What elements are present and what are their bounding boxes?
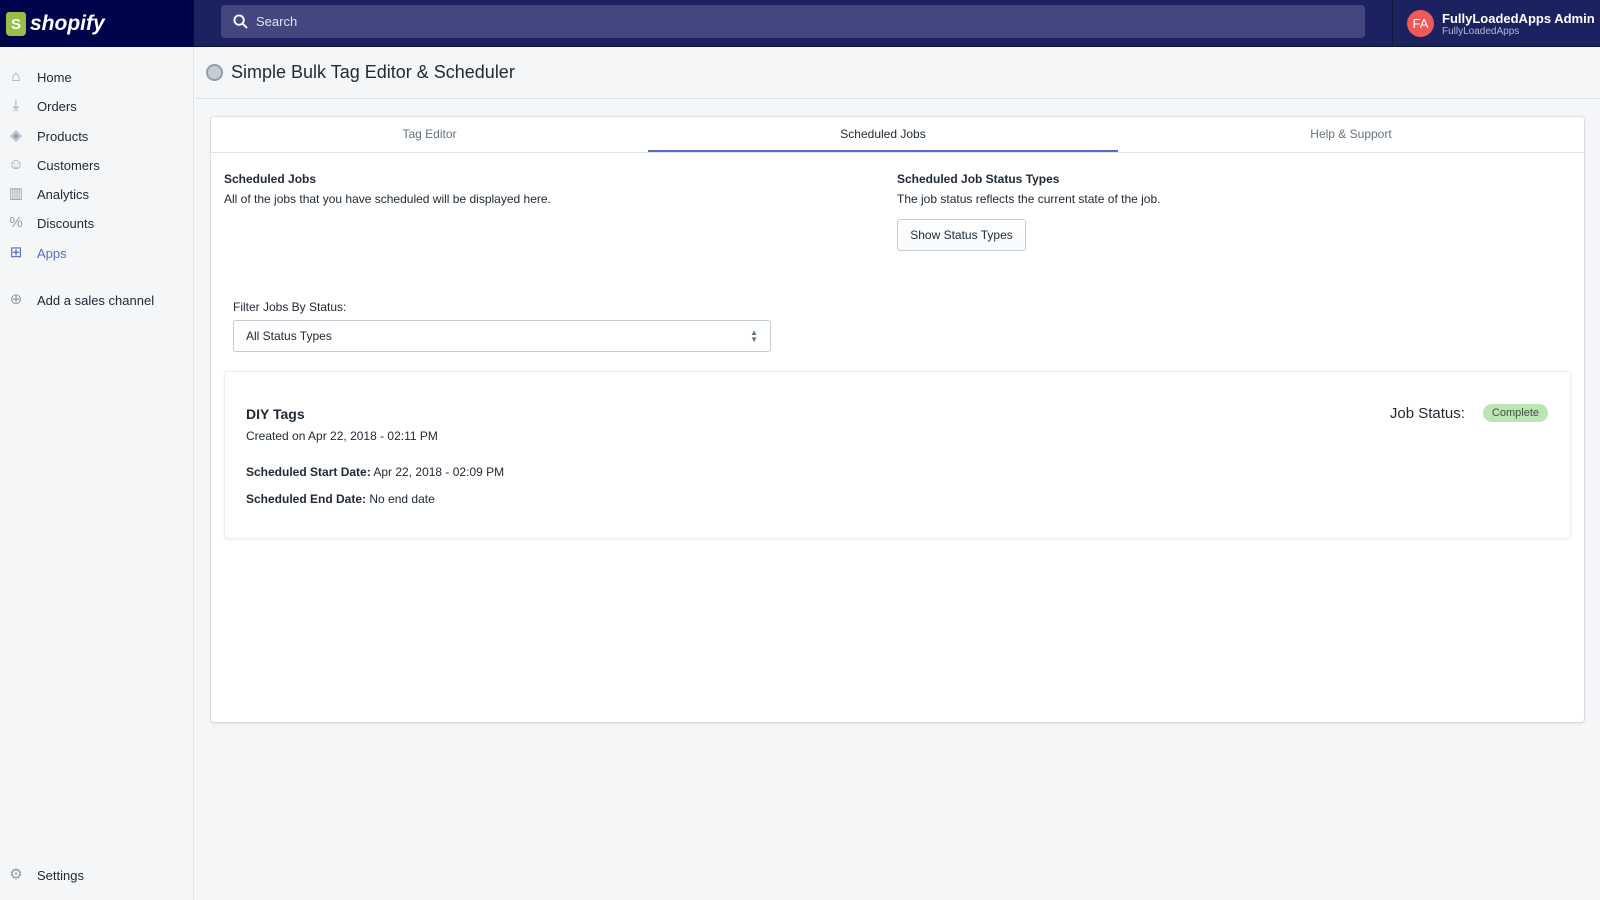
tag-icon: ◈	[10, 127, 22, 144]
nav-label: Orders	[37, 98, 77, 114]
app-tag-icon	[206, 64, 223, 81]
section-desc: The job status reflects the current stat…	[897, 192, 1161, 206]
tab-bar: Tag Editor Scheduled Jobs Help & Support	[211, 117, 1584, 153]
gear-icon: ⚙	[9, 866, 23, 883]
section-desc: All of the jobs that you have scheduled …	[224, 192, 551, 206]
shopify-logo[interactable]: S shopify	[0, 0, 194, 47]
search-placeholder: Search	[256, 14, 298, 29]
start-label: Scheduled Start Date:	[246, 465, 371, 479]
section-title: Scheduled Jobs	[224, 172, 317, 186]
sidebar: ⌂ Home ⤓ Orders ◈ Products ☺ Customers ▥ Anal…	[0, 47, 194, 900]
page-title: Simple Bulk Tag Editor & Scheduler	[231, 62, 515, 82]
select-arrows-icon: ▲ ▼	[750, 328, 758, 344]
end-value: No end date	[369, 492, 435, 506]
add-sales-channel[interactable]: ⊕ Add a sales channel	[0, 287, 194, 313]
search-icon	[233, 14, 248, 29]
sidebar-item-analytics[interactable]: ▥ Analytics	[0, 181, 194, 207]
nav-label: Home	[37, 69, 72, 85]
job-end: Scheduled End Date: No end date	[246, 492, 435, 506]
shop-name: FullyLoadedApps	[1442, 25, 1520, 37]
job-start: Scheduled Start Date: Apr 22, 2018 - 02:…	[246, 465, 504, 479]
logo-text: shopify	[30, 11, 105, 35]
job-card: DIY Tags Created on Apr 22, 2018 - 02:11…	[224, 371, 1571, 539]
job-status: Job Status: Complete	[1390, 404, 1548, 422]
show-status-types-button[interactable]: Show Status Types	[897, 219, 1026, 251]
apps-icon: ⊞	[9, 244, 23, 261]
top-bar: S shopify Search FA FullyLoadedApps Admi…	[0, 0, 1600, 47]
tab-scheduled-jobs[interactable]: Scheduled Jobs	[648, 117, 1118, 152]
user-menu[interactable]: FA FullyLoadedApps Admin FullyLoadedApps	[1392, 0, 1595, 47]
job-created: Created on Apr 22, 2018 - 02:11 PM	[246, 429, 438, 443]
nav-label: Discounts	[37, 215, 95, 231]
status-filter-select[interactable]: All Status Types ▲ ▼	[233, 320, 771, 352]
sidebar-item-orders[interactable]: ⤓ Orders	[0, 93, 194, 119]
start-value: Apr 22, 2018 - 02:09 PM	[373, 465, 505, 479]
section-title: Scheduled Job Status Types	[897, 172, 1060, 186]
nav-label: Customers	[37, 157, 100, 173]
avatar: FA	[1407, 10, 1434, 37]
job-name: DIY Tags	[246, 406, 305, 422]
nav-label: Add a sales channel	[37, 292, 155, 308]
search-input[interactable]: Search	[221, 5, 1365, 38]
home-icon: ⌂	[11, 68, 21, 85]
end-label: Scheduled End Date:	[246, 492, 367, 506]
sidebar-item-products[interactable]: ◈ Products	[0, 123, 194, 149]
app-card: Tag Editor Scheduled Jobs Help & Support…	[211, 117, 1584, 722]
tab-tag-editor[interactable]: Tag Editor	[211, 117, 648, 152]
nav-label: Products	[37, 128, 89, 144]
discount-icon: %	[9, 214, 23, 231]
shopify-bag-icon: S	[6, 11, 26, 36]
page-header: Simple Bulk Tag Editor & Scheduler	[195, 47, 1600, 99]
plus-circle-icon: ⊕	[9, 291, 23, 308]
nav-label: Settings	[37, 867, 84, 883]
sidebar-item-apps[interactable]: ⊞ Apps	[0, 240, 194, 266]
orders-icon: ⤓	[12, 97, 20, 114]
sidebar-item-discounts[interactable]: % Discounts	[0, 210, 194, 236]
nav-label: Apps	[37, 245, 67, 261]
person-icon: ☺	[8, 156, 24, 173]
scheduled-jobs-section: Scheduled Jobs All of the jobs that you …	[224, 172, 551, 206]
nav-label: Analytics	[37, 186, 90, 202]
user-name: FullyLoadedApps Admin	[1442, 10, 1595, 26]
tab-help-support[interactable]: Help & Support	[1118, 117, 1584, 152]
sidebar-item-settings[interactable]: ⚙ Settings	[0, 862, 194, 888]
select-value: All Status Types	[246, 329, 332, 343]
sidebar-item-customers[interactable]: ☺ Customers	[0, 152, 194, 178]
status-label: Job Status:	[1389, 404, 1465, 422]
sidebar-item-home[interactable]: ⌂ Home	[0, 64, 194, 90]
status-badge: Complete	[1482, 404, 1548, 422]
chart-icon: ▥	[8, 185, 24, 202]
status-types-section: Scheduled Job Status Types The job statu…	[897, 172, 1160, 206]
filter-label: Filter Jobs By Status:	[233, 300, 347, 314]
